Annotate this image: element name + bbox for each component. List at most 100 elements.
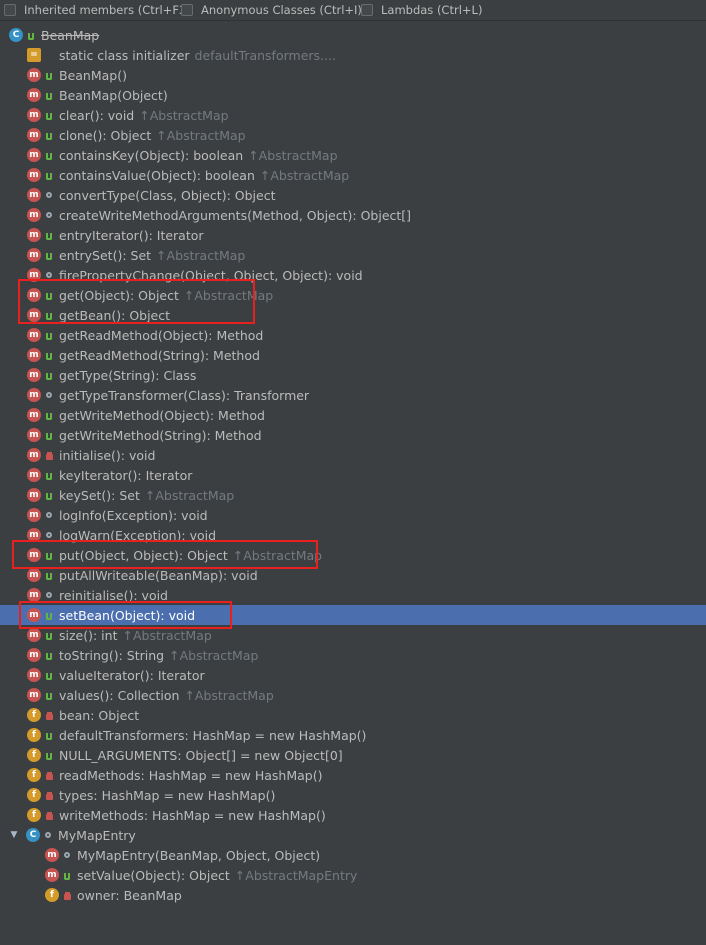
member-label: putAllWriteable(BeanMap): void bbox=[59, 567, 258, 583]
tree-node-beanmap-object[interactable]: m BeanMap(Object) bbox=[0, 85, 706, 105]
method-icon: m bbox=[45, 848, 59, 862]
public-icon bbox=[44, 689, 54, 701]
tree-node-loginfo-exception-void[interactable]: m logInfo(Exception): void bbox=[0, 505, 706, 525]
tree-node-setvalue-object-object[interactable]: m setValue(Object): Object ↑AbstractMapEnt… bbox=[0, 865, 706, 885]
method-icon: m bbox=[27, 388, 41, 402]
lambdas-checkbox[interactable]: Lambdas (Ctrl+L) bbox=[361, 3, 482, 17]
tree-node-values-collection[interactable]: m values(): Collection ↑AbstractMap bbox=[0, 685, 706, 705]
member-label: toString(): String bbox=[59, 647, 165, 663]
highlight-box-get-getbean bbox=[18, 279, 255, 324]
method-icon: m bbox=[27, 588, 41, 602]
package-private-icon bbox=[44, 509, 54, 521]
member-label: getType(String): Class bbox=[59, 367, 197, 383]
class-icon: C bbox=[9, 28, 23, 42]
package-private-icon bbox=[44, 389, 54, 401]
tree-node-createwritemethodarguments-method-object[interactable]: m createWriteMethodArguments(Method, Obje… bbox=[0, 205, 706, 225]
member-label: BeanMap(Object) bbox=[59, 87, 168, 103]
public-icon bbox=[44, 469, 54, 481]
checkbox-box[interactable] bbox=[361, 4, 373, 16]
tree-node-keyset-set[interactable]: m keySet(): Set ↑AbstractMap bbox=[0, 485, 706, 505]
public-icon bbox=[44, 729, 54, 741]
tree-node-getwritemethod-object-method[interactable]: m getWriteMethod(Object): Method bbox=[0, 405, 706, 425]
public-icon bbox=[44, 629, 54, 641]
method-icon: m bbox=[27, 488, 41, 502]
method-icon: m bbox=[27, 628, 41, 642]
chevron-down-icon[interactable]: ▼ bbox=[9, 830, 19, 840]
public-icon bbox=[44, 669, 54, 681]
method-icon: m bbox=[27, 688, 41, 702]
private-icon bbox=[44, 809, 54, 821]
inherited-from-label: ↑AbstractMapEntry bbox=[234, 867, 358, 883]
inherited-from-label: defaultTransformers.... bbox=[194, 47, 336, 63]
member-label: writeMethods: HashMap = new HashMap() bbox=[59, 807, 326, 823]
package-private-icon bbox=[44, 189, 54, 201]
inherited-from-label: ↑AbstractMap bbox=[139, 107, 229, 123]
member-label: keySet(): Set bbox=[59, 487, 140, 503]
method-icon: m bbox=[27, 448, 41, 462]
anonymous-classes-checkbox[interactable]: Anonymous Classes (Ctrl+I) bbox=[181, 3, 362, 17]
public-icon bbox=[44, 329, 54, 341]
member-label: createWriteMethodArguments(Method, Objec… bbox=[59, 207, 412, 223]
tree-node-getreadmethod-string-method[interactable]: m getReadMethod(String): Method bbox=[0, 345, 706, 365]
tree-node-beanmap[interactable]: m BeanMap() bbox=[0, 65, 706, 85]
tree-node-containskey-object-boolean[interactable]: m containsKey(Object): boolean ↑AbstractMa… bbox=[0, 145, 706, 165]
member-label: defaultTransformers: HashMap = new HashM… bbox=[59, 727, 367, 743]
tree-node-readmethods-hashmap-new-hashmap[interactable]: f readMethods: HashMap = new HashMap() bbox=[0, 765, 706, 785]
public-icon bbox=[44, 149, 54, 161]
member-label: containsValue(Object): boolean bbox=[59, 167, 255, 183]
tree-node-clear-void[interactable]: m clear(): void ↑AbstractMap bbox=[0, 105, 706, 125]
member-label: keyIterator(): Iterator bbox=[59, 467, 193, 483]
public-icon bbox=[44, 69, 54, 81]
tree-node-owner-beanmap[interactable]: f owner: BeanMap bbox=[0, 885, 706, 905]
checkbox-label: Inherited members (Ctrl+F3) bbox=[24, 3, 191, 17]
member-label: static class initializer bbox=[59, 47, 190, 63]
tree-node-valueiterator-iterator[interactable]: m valueIterator(): Iterator bbox=[0, 665, 706, 685]
tree-node-gettype-string-class[interactable]: m getType(String): Class bbox=[0, 365, 706, 385]
tree-node-getwritemethod-string-method[interactable]: m getWriteMethod(String): Method bbox=[0, 425, 706, 445]
inherited-from-label: ↑AbstractMap bbox=[156, 127, 246, 143]
tree-node-converttype-class-object-object[interactable]: m convertType(Class, Object): Object bbox=[0, 185, 706, 205]
tree-node-types-hashmap-new-hashmap[interactable]: f types: HashMap = new HashMap() bbox=[0, 785, 706, 805]
method-icon: m bbox=[27, 348, 41, 362]
tree-node-mymapentry-beanmap-object-object[interactable]: m MyMapEntry(BeanMap, Object, Object) bbox=[0, 845, 706, 865]
tree-node-initialise-void[interactable]: m initialise(): void bbox=[0, 445, 706, 465]
member-label: containsKey(Object): boolean bbox=[59, 147, 244, 163]
field-icon: f bbox=[27, 708, 41, 722]
tree-node-gettypetransformer-class-transformer[interactable]: m getTypeTransformer(Class): Transformer bbox=[0, 385, 706, 405]
member-label: bean: Object bbox=[59, 707, 140, 723]
public-icon bbox=[26, 29, 36, 41]
method-icon: m bbox=[27, 568, 41, 582]
member-label: types: HashMap = new HashMap() bbox=[59, 787, 276, 803]
method-icon: m bbox=[27, 508, 41, 522]
public-icon bbox=[44, 489, 54, 501]
tree-node-beanmap[interactable]: C BeanMap bbox=[0, 25, 706, 45]
checkbox-box[interactable] bbox=[4, 4, 16, 16]
tree-node-static-class-initializer[interactable]: = static class initializer defaultTransfor… bbox=[0, 45, 706, 65]
public-icon bbox=[44, 109, 54, 121]
class-icon: C bbox=[26, 828, 40, 842]
tree-node-keyiterator-iterator[interactable]: m keyIterator(): Iterator bbox=[0, 465, 706, 485]
field-icon: f bbox=[27, 728, 41, 742]
tree-node-containsvalue-object-boolean[interactable]: m containsValue(Object): boolean ↑Abstract… bbox=[0, 165, 706, 185]
inherited-from-label: ↑AbstractMap bbox=[144, 487, 235, 503]
tree-node-entryiterator-iterator[interactable]: m entryIterator(): Iterator bbox=[0, 225, 706, 245]
tree-node-clone-object[interactable]: m clone(): Object ↑AbstractMap bbox=[0, 125, 706, 145]
member-label: readMethods: HashMap = new HashMap() bbox=[59, 767, 323, 783]
inherited-members-checkbox[interactable]: Inherited members (Ctrl+F3) bbox=[4, 3, 191, 17]
member-label: MyMapEntry(BeanMap, Object, Object) bbox=[77, 847, 321, 863]
member-label: getReadMethod(Object): Method bbox=[59, 327, 264, 343]
checkbox-box[interactable] bbox=[181, 4, 193, 16]
tree-node-writemethods-hashmap-new-hashmap[interactable]: f writeMethods: HashMap = new HashMap() bbox=[0, 805, 706, 825]
tree-node-bean-object[interactable]: f bean: Object bbox=[0, 705, 706, 725]
method-icon: m bbox=[27, 128, 41, 142]
tree-node-mymapentry[interactable]: ▼ C MyMapEntry bbox=[0, 825, 706, 845]
tree-node-getreadmethod-object-method[interactable]: m getReadMethod(Object): Method bbox=[0, 325, 706, 345]
inherited-from-label: ↑AbstractMap bbox=[169, 647, 259, 663]
highlight-box-setbean bbox=[19, 601, 232, 629]
member-label: getWriteMethod(String): Method bbox=[59, 427, 262, 443]
tree-node-defaulttransformers-hashmap-new-hashmap[interactable]: f defaultTransformers: HashMap = new Hash… bbox=[0, 725, 706, 745]
tree-node-entryset-set[interactable]: m entrySet(): Set ↑AbstractMap bbox=[0, 245, 706, 265]
tree-node-null-arguments-object-new-object-0[interactable]: f NULL_ARGUMENTS: Object[] = new Object[0… bbox=[0, 745, 706, 765]
checkbox-label: Anonymous Classes (Ctrl+I) bbox=[201, 3, 362, 17]
tree-node-tostring-string[interactable]: m toString(): String ↑AbstractMap bbox=[0, 645, 706, 665]
